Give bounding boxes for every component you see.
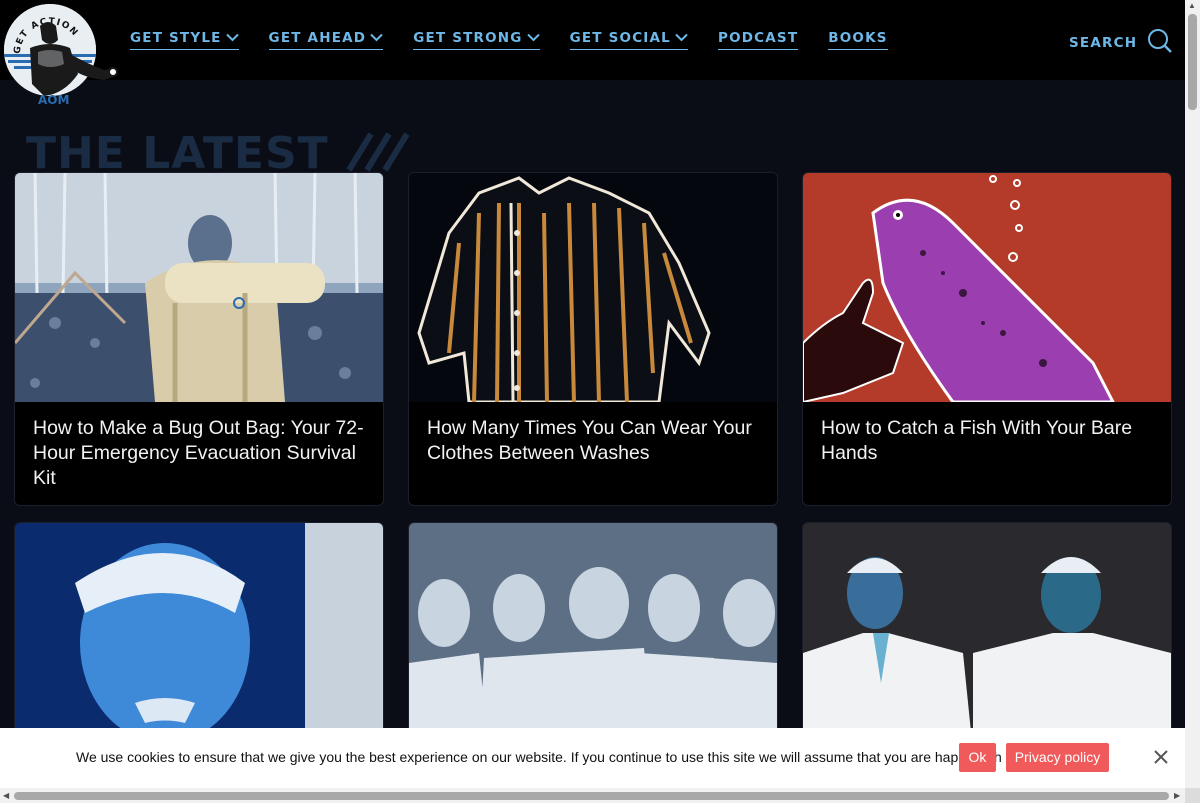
article-image: [803, 173, 1171, 402]
article-title[interactable]: How Many Times You Can Wear Your Clothes…: [409, 402, 777, 505]
article-card[interactable]: [802, 522, 1172, 753]
main-nav: GET STYLE GET AHEAD GET STRONG GET SOCIA…: [130, 30, 918, 50]
search-button[interactable]: SEARCH: [1069, 28, 1173, 58]
nav-label: GET STYLE: [130, 30, 222, 46]
vertical-scrollbar[interactable]: ▲: [1185, 0, 1200, 788]
search-label: SEARCH: [1069, 35, 1138, 51]
search-icon: [1137, 28, 1173, 58]
chevron-down-icon: [675, 30, 688, 46]
nav-get-strong[interactable]: GET STRONG: [413, 30, 540, 50]
nav-books[interactable]: BOOKS: [828, 30, 888, 50]
article-image: [409, 173, 777, 402]
nav-get-style[interactable]: GET STYLE: [130, 30, 239, 50]
nav-label: GET AHEAD: [268, 30, 367, 46]
logo-bottom-text: AOM: [38, 93, 69, 107]
horizontal-scrollbar[interactable]: ◀ ▶: [0, 788, 1185, 803]
site-logo[interactable]: GET ACTION AOM: [4, 4, 118, 107]
scrollbar-thumb[interactable]: [1188, 14, 1197, 110]
scroll-right-icon[interactable]: ▶: [1174, 791, 1180, 800]
article-image: [803, 523, 1171, 752]
article-card[interactable]: How to Catch a Fish With Your Bare Hands: [802, 172, 1172, 506]
site-header: GET STYLE GET AHEAD GET STRONG GET SOCIA…: [0, 0, 1185, 80]
nav-label: GET STRONG: [413, 30, 523, 46]
nav-get-ahead[interactable]: GET AHEAD: [268, 30, 384, 50]
article-image: [15, 523, 383, 752]
nav-label: PODCAST: [718, 30, 799, 46]
article-image: [409, 523, 777, 752]
article-image: [15, 173, 383, 402]
chevron-down-icon: [526, 30, 540, 46]
chevron-down-icon: [225, 30, 239, 46]
article-card[interactable]: [408, 522, 778, 753]
article-card[interactable]: How Many Times You Can Wear Your Clothes…: [408, 172, 778, 506]
cookie-ok-button[interactable]: Ok: [959, 743, 996, 772]
scrollbar-corner: [1185, 788, 1200, 803]
nav-podcast[interactable]: PODCAST: [718, 30, 799, 50]
cookie-message: We use cookies to ensure that we give yo…: [76, 749, 1017, 765]
scroll-left-icon[interactable]: ◀: [3, 791, 9, 800]
close-icon[interactable]: [1152, 748, 1170, 766]
slash-decoration-icon: [346, 132, 410, 172]
privacy-policy-button[interactable]: Privacy policy: [1006, 743, 1109, 772]
chevron-down-icon: [370, 30, 383, 46]
article-card[interactable]: [14, 522, 384, 753]
nav-label: BOOKS: [828, 30, 888, 46]
scroll-up-icon[interactable]: ▲: [1188, 1, 1196, 10]
scrollbar-thumb[interactable]: [14, 792, 1169, 800]
nav-get-social[interactable]: GET SOCIAL: [569, 30, 688, 50]
article-title[interactable]: How to Catch a Fish With Your Bare Hands: [803, 402, 1171, 505]
article-card[interactable]: How to Make a Bug Out Bag: Your 72-Hour …: [14, 172, 384, 506]
cookie-banner: We use cookies to ensure that we give yo…: [0, 728, 1185, 788]
article-title[interactable]: How to Make a Bug Out Bag: Your 72-Hour …: [15, 402, 383, 505]
nav-label: GET SOCIAL: [569, 30, 671, 46]
